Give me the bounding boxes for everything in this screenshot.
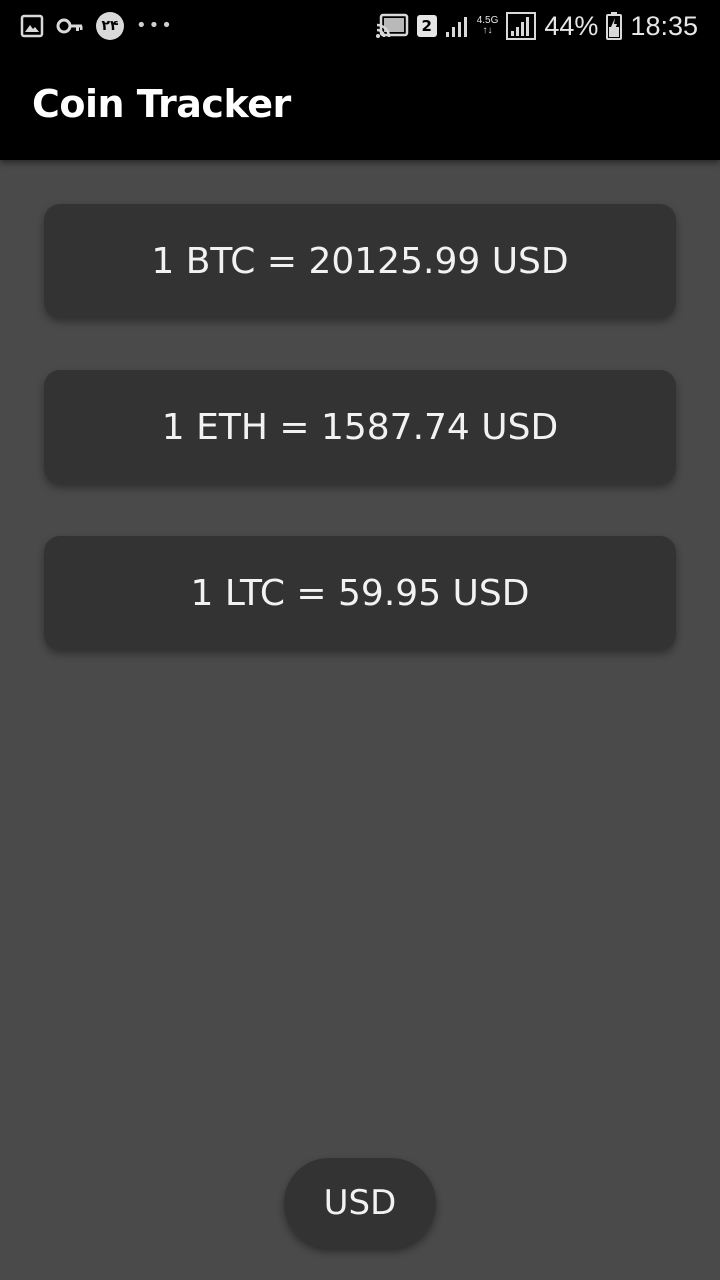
rate-card-ltc: 1 LTC = 59.95 USD: [44, 536, 676, 650]
image-icon: [20, 14, 44, 38]
more-dots-icon: •••: [136, 15, 174, 36]
app-bar: Coin Tracker: [0, 52, 720, 160]
cast-icon: [375, 13, 409, 39]
signal-icon-sim2: [506, 12, 537, 40]
rate-text-ltc: 1 LTC = 59.95 USD: [190, 572, 530, 614]
calendar-badge-icon: ۲۴: [96, 12, 124, 40]
rate-card-eth: 1 ETH = 1587.74 USD: [44, 370, 676, 484]
status-bar: ۲۴ ••• 2 4.5G ↑↓ 44% 18:35: [0, 0, 720, 52]
rate-text-btc: 1 BTC = 20125.99 USD: [151, 240, 569, 282]
network-type-indicator: 4.5G ↑↓: [477, 16, 499, 36]
status-bar-right: 2 4.5G ↑↓ 44% 18:35: [375, 10, 698, 42]
screen: ۲۴ ••• 2 4.5G ↑↓ 44% 18:35 Coin Tracker …: [0, 0, 720, 1280]
currency-selector-label: USD: [323, 1183, 397, 1223]
clock: 18:35: [630, 10, 698, 41]
app-title: Coin Tracker: [32, 82, 291, 126]
sim-slot-badge: 2: [416, 15, 437, 37]
currency-selector-button[interactable]: USD: [284, 1158, 436, 1248]
battery-percent: 44%: [544, 10, 599, 41]
status-bar-left: ۲۴ •••: [20, 10, 174, 42]
signal-icon-sim1: [445, 14, 469, 38]
battery-icon: [606, 12, 623, 40]
key-icon: [56, 14, 84, 38]
data-arrows-icon: ↑↓: [482, 25, 493, 36]
rate-text-eth: 1 ETH = 1587.74 USD: [161, 406, 559, 448]
rate-card-btc: 1 BTC = 20125.99 USD: [44, 204, 676, 318]
